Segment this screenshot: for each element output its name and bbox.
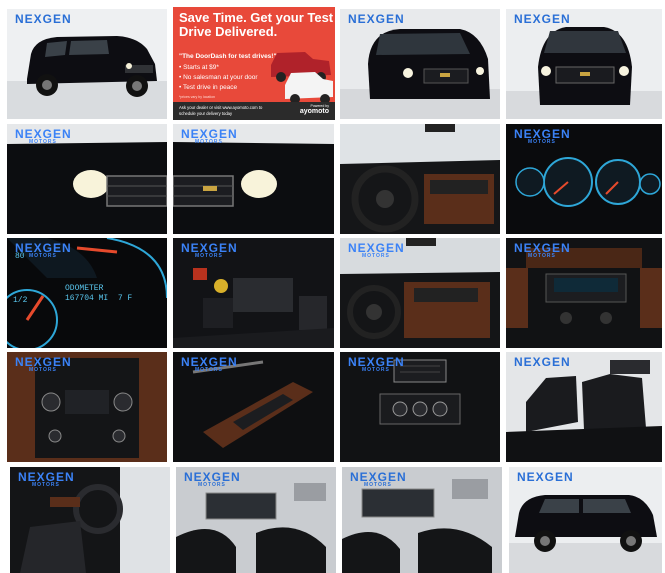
sunroof-interior-alt-photo xyxy=(342,467,502,573)
gallery-thumb-3[interactable]: NEXGEN xyxy=(340,9,500,119)
gallery-thumb-4[interactable]: NEXGEN xyxy=(506,9,662,119)
ad-fine-print: *prices vary by location xyxy=(179,95,215,99)
gallery-thumb-13[interactable]: NEXGEN MOTORS xyxy=(7,352,167,462)
headlight-right-detail-photo xyxy=(173,124,334,234)
center-console-radio-photo xyxy=(506,238,662,348)
ayomoto-logo: ayomoto xyxy=(299,108,329,115)
gallery-thumb-19[interactable]: NEXGEN MOTORS xyxy=(342,467,502,573)
gallery-thumb-11[interactable]: NEXGEN MOTORS xyxy=(340,238,500,348)
dashboard-wide-photo xyxy=(340,238,500,348)
gauge-label-top: 80 xyxy=(15,252,25,261)
photo-gallery-grid: NEXGEN Save Time. Get your Test Drive De… xyxy=(0,0,665,573)
door-switches-photo xyxy=(173,352,334,462)
ad-quote: "The DoorDash for test drives!" xyxy=(179,53,277,60)
odometer-readout: ODOMETER 167704 MI 7 F xyxy=(65,284,132,304)
rear-climate-controls-photo xyxy=(340,352,500,462)
suv-front-quarter-photo xyxy=(7,9,167,119)
odometer-value: 167704 MI xyxy=(65,294,109,303)
gallery-thumb-9[interactable]: ODOMETER 167704 MI 7 F 80 1/2 NEXGEN MOTO… xyxy=(7,238,167,348)
ad-footer: Ask your dealer or visit www.ayomoto.com… xyxy=(173,102,335,120)
gallery-thumb-16[interactable]: NEXGEN xyxy=(506,352,662,462)
ad-bullet: Test drive in peace xyxy=(179,83,258,93)
gallery-thumb-14[interactable]: NEXGEN MOTORS xyxy=(173,352,334,462)
gallery-thumb-12[interactable]: NEXGEN MOTORS xyxy=(506,238,662,348)
rear-seats-photo xyxy=(506,352,662,462)
gallery-thumb-7[interactable] xyxy=(340,124,500,234)
gallery-thumb-1[interactable]: NEXGEN xyxy=(7,9,167,119)
suv-front-photo xyxy=(506,9,662,119)
outside-temp: 7 F xyxy=(117,294,133,303)
gallery-thumb-6[interactable]: NEXGEN MOTORS xyxy=(173,124,334,234)
driver-door-interior-photo xyxy=(10,467,170,573)
gallery-thumb-20[interactable]: NEXGEN xyxy=(509,467,662,573)
dashboard-steering-photo xyxy=(340,124,500,234)
fuel-gauge-label: 1/2 xyxy=(13,296,28,305)
odometer-label: ODOMETER xyxy=(65,284,104,293)
gallery-thumb-2-ad[interactable]: Save Time. Get your Test Drive Delivered… xyxy=(173,7,335,120)
sunroof-interior-photo xyxy=(176,467,336,573)
ad-powered-by: Powered by ayomoto xyxy=(299,104,329,115)
gallery-thumb-15[interactable]: NEXGEN MOTORS xyxy=(340,352,500,462)
instrument-cluster-photo xyxy=(506,124,662,234)
ad-headline: Save Time. Get your Test Drive Delivered… xyxy=(179,10,334,39)
ad-cta-text: Ask your dealer or visit www.ayomoto.com… xyxy=(179,105,263,116)
ad-bullet: Starts at $9* xyxy=(179,63,258,73)
engine-bay-photo xyxy=(173,238,334,348)
climate-controls-photo xyxy=(7,352,167,462)
gallery-thumb-10[interactable]: NEXGEN MOTORS xyxy=(173,238,334,348)
gallery-thumb-5[interactable]: NEXGEN MOTORS xyxy=(7,124,167,234)
ad-bullet: No salesman at your door xyxy=(179,73,257,83)
suv-side-profile-photo xyxy=(509,467,662,573)
gallery-thumb-18[interactable]: NEXGEN MOTORS xyxy=(176,467,336,573)
ad-bullet-list: Starts at $9* No salesman at your door T… xyxy=(179,63,258,93)
suv-front-angle-photo xyxy=(340,9,500,119)
gallery-thumb-8[interactable]: NEXGEN MOTORS xyxy=(506,124,662,234)
gallery-thumb-17[interactable]: NEXGEN MOTORS xyxy=(10,467,170,573)
headlight-detail-photo xyxy=(7,124,167,234)
